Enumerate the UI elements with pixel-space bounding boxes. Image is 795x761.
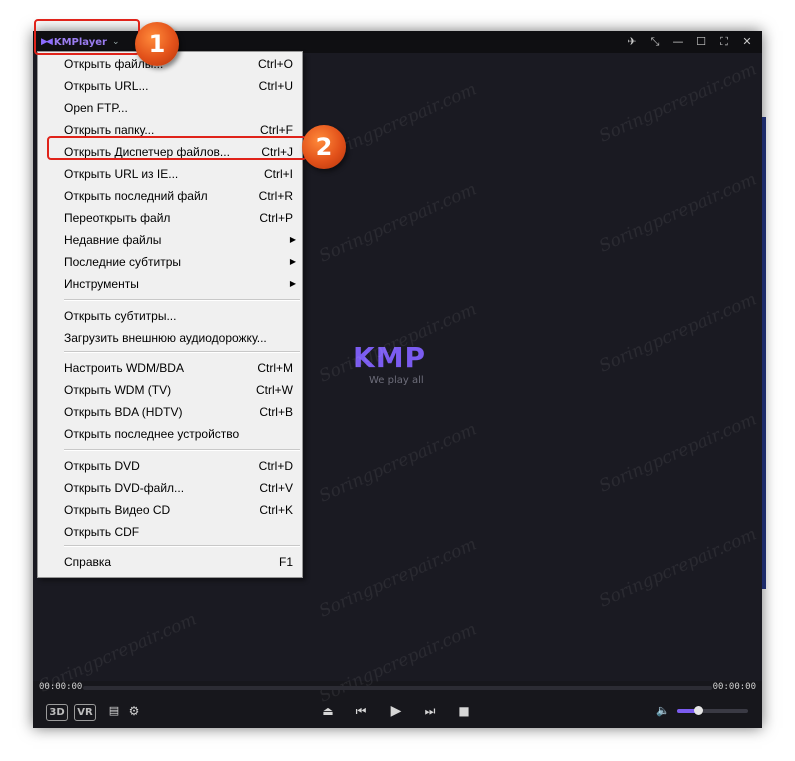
menu-item-label: Открыть DVD (64, 459, 140, 473)
menu-item-shortcut: Ctrl+U (258, 79, 293, 93)
control-bar: 3D VR ▤ ⚙ ⏏ ⏮ ▶ ⏭ ■ 🔈 (33, 697, 762, 725)
volume-icon[interactable]: 🔈 (655, 697, 671, 725)
menu-item-label: Открыть URL из IE... (64, 167, 179, 181)
menu-item[interactable]: Открыть URL... Ctrl+U (38, 75, 302, 97)
menu-item[interactable]: Открыть субтитры... (38, 305, 302, 327)
menu-item[interactable]: Последние субтитры ▶ (38, 251, 302, 273)
window-controls: ✈ ⤡ — ☐ ⛶ ✕ (625, 34, 754, 50)
menu-item[interactable]: Справка F1 (38, 551, 302, 573)
menu-item-label: Открыть последний файл (64, 189, 208, 203)
menu-item-label: Открыть URL... (64, 79, 149, 93)
watermark: Soringpcrepair.com (596, 289, 760, 377)
watermark: Soringpcrepair.com (596, 524, 760, 612)
watermark: Soringpcrepair.com (316, 179, 480, 267)
main-context-menu: Открыть файлы... Ctrl+O Открыть URL... Ctrl… (37, 51, 303, 578)
watermark: Soringpcrepair.com (316, 419, 480, 507)
play-icon[interactable]: ▶ (389, 697, 403, 725)
menu-item-shortcut: Ctrl+M (257, 361, 293, 375)
menu-separator (64, 449, 300, 451)
menu-item[interactable]: Инструменты ▶ (38, 273, 302, 295)
settings-icon[interactable]: ⚙ (127, 697, 141, 725)
watermark: Soringpcrepair.com (596, 59, 760, 147)
volume-knob[interactable] (694, 706, 704, 715)
menu-item-label: Открыть WDM (TV) (64, 383, 172, 397)
menu-item-label: Переоткрыть файл (64, 211, 171, 225)
menu-item[interactable]: Открыть WDM (TV) Ctrl+W (38, 379, 302, 401)
volume-slider[interactable] (677, 706, 748, 715)
menu-item-label: Открыть CDF (64, 525, 140, 539)
watermark: Soringpcrepair.com (596, 409, 760, 497)
menu-item-label: Последние субтитры (64, 255, 182, 269)
menu-item-shortcut: Ctrl+O (257, 57, 293, 71)
menu-item[interactable]: Открыть Видео CD Ctrl+K (38, 499, 302, 521)
minimize-icon[interactable]: — (671, 34, 685, 50)
background-window-edge (762, 117, 766, 589)
menu-item-shortcut: Ctrl+K (259, 503, 293, 517)
stop-icon[interactable]: ■ (457, 697, 471, 725)
menu-item-shortcut: Ctrl+R (258, 189, 293, 203)
current-time: 00:00:00 (39, 682, 83, 692)
menu-separator (64, 299, 300, 301)
menu-item-shortcut: Ctrl+W (256, 383, 293, 397)
menu-item-shortcut: Ctrl+P (259, 211, 293, 225)
menu-item[interactable]: Открыть последний файл Ctrl+R (38, 185, 302, 207)
menu-item[interactable]: Открыть URL из IE... Ctrl+I (38, 163, 302, 185)
menu-item[interactable]: Open FTP... (38, 97, 302, 119)
highlight-box-brand (34, 19, 140, 55)
seek-row: 00:00:00 00:00:00 (33, 681, 762, 695)
menu-item-label: Open FTP... (64, 101, 128, 115)
eject-icon[interactable]: ⏏ (321, 697, 335, 725)
menu-item[interactable]: Открыть последнее устройство (38, 423, 302, 445)
compact-mode-icon[interactable]: ⤡ (648, 34, 662, 50)
previous-icon[interactable]: ⏮ (354, 697, 368, 725)
logo-tagline: We play all (369, 375, 424, 386)
submenu-arrow-icon: ▶ (289, 235, 296, 244)
menu-item-label: Загрузить внешнюю аудиодорожку... (64, 331, 267, 345)
menu-item[interactable]: Загрузить внешнюю аудиодорожку... (38, 327, 302, 349)
menu-item[interactable]: Открыть DVD Ctrl+D (38, 455, 302, 477)
next-icon[interactable]: ⏭ (423, 697, 437, 725)
menu-item[interactable]: Открыть BDA (HDTV) Ctrl+B (38, 401, 302, 423)
menu-item[interactable]: Открыть DVD-файл... Ctrl+V (38, 477, 302, 499)
menu-item[interactable]: Переоткрыть файл Ctrl+P (38, 207, 302, 229)
step-marker-2: 2 (302, 125, 346, 169)
menu-item-shortcut: Ctrl+D (258, 459, 293, 473)
menu-item-label: Открыть DVD-файл... (64, 481, 185, 495)
maximize-icon[interactable]: ☐ (694, 34, 708, 50)
menu-item[interactable]: Открыть CDF (38, 521, 302, 543)
menu-separator (64, 545, 300, 547)
menu-item-shortcut: Ctrl+B (259, 405, 293, 419)
menu-item-label: Недавние файлы (64, 233, 162, 247)
menu-separator (64, 351, 300, 353)
menu-item-shortcut: Ctrl+I (263, 167, 293, 181)
menu-item[interactable]: Недавние файлы ▶ (38, 229, 302, 251)
menu-item-label: Открыть BDA (HDTV) (64, 405, 183, 419)
highlight-box-file-manager (47, 136, 307, 160)
seek-bar[interactable] (83, 686, 712, 690)
submenu-arrow-icon: ▶ (289, 257, 296, 266)
menu-item-shortcut: Ctrl+V (259, 481, 293, 495)
playlist-icon[interactable]: ▤ (107, 697, 121, 725)
menu-item-shortcut: F1 (278, 555, 293, 569)
close-icon[interactable]: ✕ (740, 34, 754, 50)
menu-item-label: Инструменты (64, 277, 139, 291)
menu-item-label: Справка (64, 555, 112, 569)
vr-button[interactable]: VR (74, 704, 96, 721)
menu-item[interactable]: Настроить WDM/BDA Ctrl+M (38, 357, 302, 379)
fullscreen-icon[interactable]: ⛶ (717, 34, 731, 50)
menu-item-label: Открыть последнее устройство (64, 427, 240, 441)
3d-button[interactable]: 3D (46, 704, 68, 721)
menu-item-label: Открыть субтитры... (64, 309, 177, 323)
pin-icon[interactable]: ✈ (625, 34, 639, 50)
step-marker-1: 1 (135, 22, 179, 66)
menu-item-label: Настроить WDM/BDA (64, 361, 184, 375)
menu-item-label: Открыть Видео CD (64, 503, 171, 517)
watermark: Soringpcrepair.com (596, 169, 760, 257)
submenu-arrow-icon: ▶ (289, 279, 296, 288)
total-time: 00:00:00 (712, 682, 756, 692)
watermark: Soringpcrepair.com (316, 534, 480, 622)
